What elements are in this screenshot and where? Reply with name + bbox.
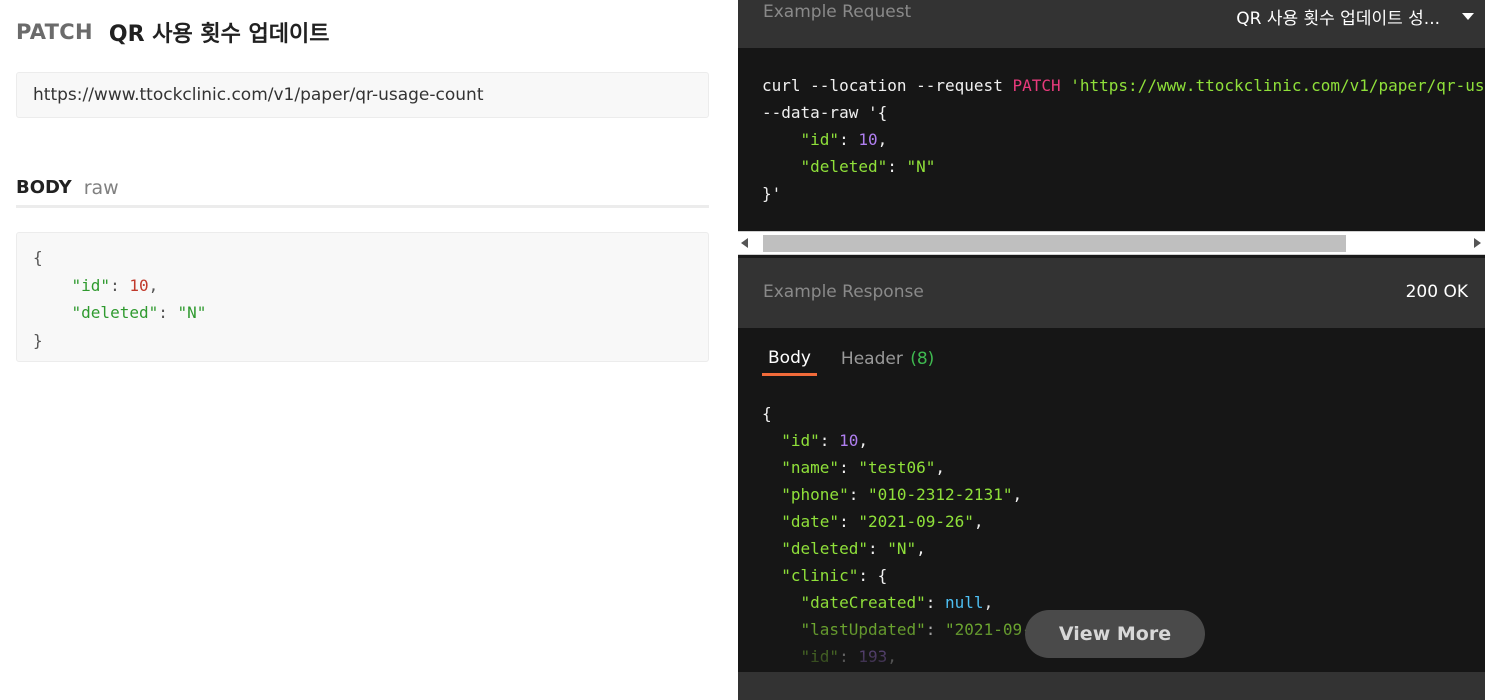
http-method: PATCH: [16, 20, 93, 44]
example-request-header: Example Request QR 사용 횟수 업데이트 성...: [738, 0, 1485, 48]
header-count-badge: (8): [910, 349, 935, 369]
example-request-code: curl --location --request PATCH 'https:/…: [738, 48, 1485, 231]
curl-url: 'https://www.ttockclinic.com/v1/paper/qr…: [1070, 76, 1485, 95]
chevron-down-icon: [1462, 12, 1474, 20]
curl-method: PATCH: [1012, 76, 1061, 95]
example-response-label: Example Response: [763, 282, 924, 302]
json-value: "N": [177, 303, 207, 322]
example-response-body: Body Header (8) { "id": 10, "name": "tes…: [738, 328, 1485, 672]
example-select-dropdown[interactable]: QR 사용 횟수 업데이트 성...: [1236, 4, 1474, 29]
body-section-header: BODY raw: [16, 174, 709, 208]
request-body-code: { "id": 10, "deleted": "N" }: [16, 232, 709, 362]
body-mode: raw: [83, 176, 119, 199]
example-response-header: Example Response 200 OK: [738, 258, 1485, 328]
scroll-left-icon[interactable]: [741, 238, 748, 248]
request-doc-panel: PATCH QR 사용 횟수 업데이트 https://www.ttockcli…: [0, 0, 738, 700]
example-select-value: QR 사용 횟수 업데이트 성...: [1236, 8, 1440, 29]
horizontal-scrollbar[interactable]: [738, 231, 1485, 255]
response-tabs: Body Header (8): [762, 342, 940, 376]
json-value: 10: [129, 275, 149, 295]
panel-footer: [738, 672, 1485, 700]
scroll-right-icon[interactable]: [1474, 238, 1481, 248]
request-url[interactable]: https://www.ttockclinic.com/v1/paper/qr-…: [16, 72, 709, 118]
view-more-button[interactable]: View More: [1025, 610, 1205, 658]
json-key: "id": [71, 275, 111, 295]
tab-body[interactable]: Body: [762, 342, 817, 376]
tab-header[interactable]: Header (8): [835, 342, 940, 376]
request-title: PATCH QR 사용 횟수 업데이트: [16, 16, 329, 48]
request-name: QR 사용 횟수 업데이트: [108, 22, 330, 47]
example-request-label: Example Request: [763, 2, 912, 22]
scrollbar-thumb[interactable]: [763, 235, 1346, 252]
examples-panel: Example Request QR 사용 횟수 업데이트 성... curl …: [738, 0, 1485, 700]
json-key: "deleted": [71, 303, 159, 322]
response-status: 200 OK: [1405, 282, 1468, 302]
body-label: BODY: [16, 177, 72, 198]
